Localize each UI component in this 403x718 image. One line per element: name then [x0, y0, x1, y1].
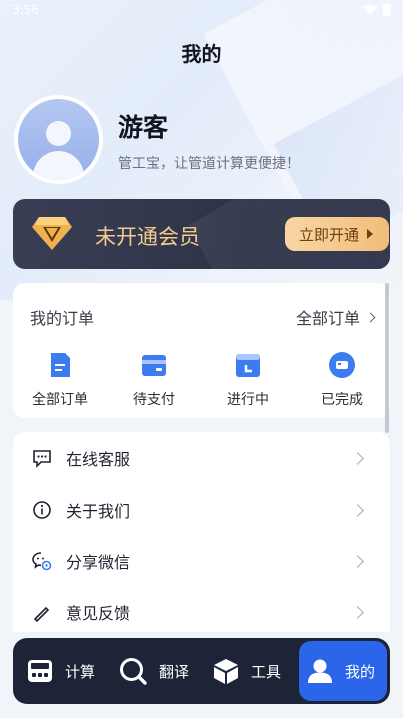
menu-item-feedback[interactable]: 意见反馈	[13, 587, 390, 632]
chevron-right-icon	[351, 605, 364, 619]
bottom-navigation: 计算 翻译 工具 我的	[13, 638, 390, 704]
order-tab-pending-payment[interactable]: 待支付	[114, 351, 194, 409]
user-icon	[308, 659, 332, 683]
completed-icon	[329, 352, 355, 378]
avatar[interactable]	[14, 95, 103, 184]
all-orders-link[interactable]: 全部订单	[295, 305, 376, 329]
share-wechat-icon	[32, 552, 52, 571]
feedback-icon	[33, 606, 50, 622]
username[interactable]: 游客	[118, 108, 168, 144]
order-tab-label: 已完成	[321, 392, 363, 408]
page-title: 我的	[181, 42, 222, 66]
order-tab-label: 全部订单	[32, 392, 88, 408]
wallet-icon	[142, 355, 166, 376]
search-icon	[120, 658, 147, 685]
status-time: 3:56	[12, 3, 39, 17]
all-orders-icon	[51, 353, 70, 377]
info-icon	[33, 501, 51, 519]
nav-tab-tools[interactable]: 工具	[213, 638, 281, 704]
open-vip-button-label: 立即开通	[299, 225, 360, 244]
chevron-right-icon	[365, 312, 376, 322]
order-tab-completed[interactable]: 已完成	[302, 351, 382, 409]
order-tab-all[interactable]: 全部订单	[20, 351, 100, 409]
wifi-icon	[363, 4, 377, 15]
chevron-right-icon	[351, 554, 364, 568]
diamond-icon	[32, 217, 72, 250]
order-tab-in-progress[interactable]: 进行中	[208, 351, 288, 409]
menu-item-share-wechat[interactable]: 分享微信	[13, 536, 390, 586]
orders-card: 我的订单 全部订单 全部订单 待支付 进行中 已完成	[13, 283, 390, 418]
menu-item-label: 在线客服	[66, 450, 131, 469]
menu-card: 在线客服 关于我们 分享微信 意见反馈	[13, 432, 390, 632]
box-icon	[214, 659, 238, 684]
nav-tab-label: 翻译	[159, 662, 190, 681]
vip-status-label: 未开通会员	[95, 225, 200, 249]
nav-tab-label: 工具	[251, 662, 282, 681]
nav-tab-label: 计算	[65, 662, 96, 681]
nav-tab-calculate[interactable]: 计算	[27, 638, 95, 704]
nav-tab-mine[interactable]: 我的	[307, 638, 375, 704]
nav-tab-translate[interactable]: 翻译	[119, 638, 189, 704]
chevron-right-icon	[351, 451, 364, 465]
menu-item-label: 关于我们	[66, 502, 131, 521]
orders-title: 我的订单	[30, 309, 95, 328]
menu-item-label: 分享微信	[66, 553, 131, 572]
calculator-icon	[28, 660, 52, 682]
chat-icon	[33, 450, 51, 468]
battery-icon	[383, 4, 391, 16]
menu-item-online-service[interactable]: 在线客服	[13, 433, 390, 483]
chevron-right-icon	[351, 503, 364, 517]
profile-slogan: 管工宝，让管道计算更便捷！	[118, 156, 300, 172]
order-tab-label: 进行中	[227, 392, 269, 408]
menu-item-label: 意见反馈	[66, 604, 131, 623]
caret-right-icon	[367, 229, 374, 239]
vip-card[interactable]: 未开通会员 立即开通	[13, 199, 390, 269]
open-vip-button[interactable]: 立即开通	[285, 217, 389, 251]
all-orders-link-label: 全部订单	[295, 309, 360, 328]
menu-item-about-us[interactable]: 关于我们	[13, 485, 390, 535]
scrollbar-thumb[interactable]	[385, 283, 389, 433]
avatar-placeholder-icon	[18, 99, 99, 180]
nav-tab-label: 我的	[345, 662, 376, 681]
order-tab-label: 待支付	[133, 392, 175, 408]
status-bar: 3:56	[0, 0, 403, 24]
in-progress-icon	[236, 354, 260, 377]
